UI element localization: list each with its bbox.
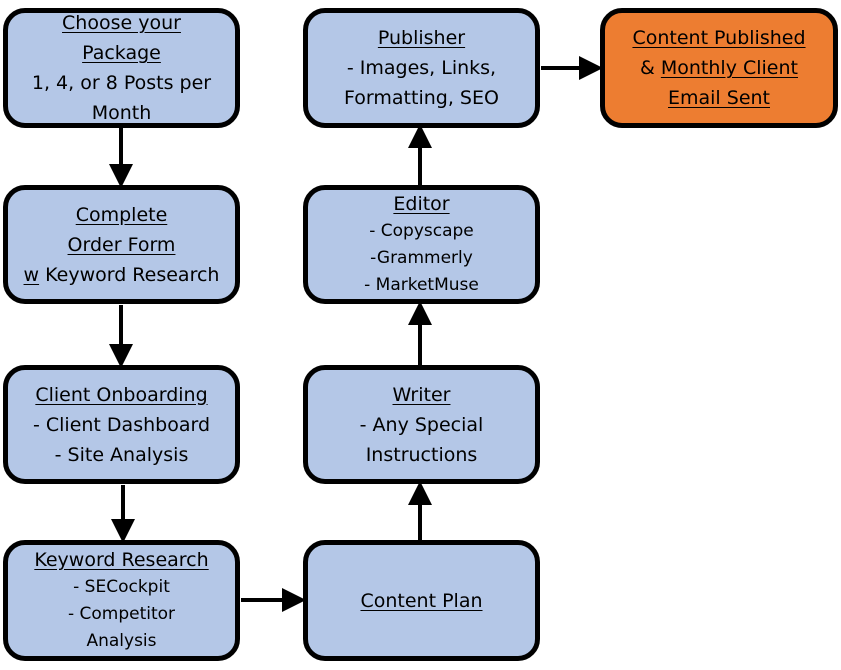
text-segment: Package bbox=[82, 42, 161, 64]
text-segment: Analysis bbox=[86, 631, 157, 651]
step-text-line: - Competitor bbox=[68, 601, 175, 628]
step-content-published: Content Published & Monthly Client Email S… bbox=[600, 8, 838, 128]
step-text-line: 1, 4, or 8 Posts per bbox=[32, 68, 211, 98]
step-text-line: Choose your bbox=[62, 8, 181, 38]
text-segment: - Site Analysis bbox=[54, 443, 189, 466]
step-text-line: Editor bbox=[393, 190, 449, 218]
text-segment: Content Plan bbox=[360, 589, 483, 612]
text-segment: 1, 4, or 8 Posts per bbox=[31, 72, 212, 94]
step-text-line: Order Form bbox=[68, 230, 176, 260]
step-text-line: Month bbox=[92, 98, 152, 128]
step-content-plan: Content Plan bbox=[303, 540, 540, 661]
text-segment: Writer bbox=[392, 383, 451, 406]
step-text-line: Instructions bbox=[366, 440, 478, 470]
step-text-line: & Monthly Client bbox=[640, 53, 798, 83]
text-segment: Client Onboarding bbox=[35, 383, 208, 406]
text-segment: - Any Special bbox=[359, 413, 484, 436]
step-text-line: w Keyword Research bbox=[24, 260, 220, 290]
step-text-line: - Images, Links, bbox=[347, 53, 496, 83]
text-segment: Monthly Client bbox=[660, 57, 798, 79]
step-text-line: Email Sent bbox=[668, 83, 770, 113]
text-segment: Keyword Research bbox=[39, 263, 220, 286]
step-text-line: - SECockpit bbox=[73, 574, 170, 601]
step-text-line: Analysis bbox=[86, 628, 156, 655]
step-text-line: Client Onboarding bbox=[35, 380, 207, 410]
text-segment: Choose your bbox=[62, 12, 181, 34]
text-segment: & bbox=[640, 57, 661, 79]
step-order-form: Complete Order Form w Keyword Research bbox=[3, 185, 240, 304]
text-segment: - MarketMuse bbox=[364, 275, 479, 295]
step-text-line: Package bbox=[82, 38, 161, 68]
text-segment: - Competitor bbox=[67, 604, 176, 624]
step-choose-package: Choose your Package 1, 4, or 8 Posts per Mo… bbox=[3, 8, 240, 128]
step-text-line: - Client Dashboard bbox=[33, 410, 210, 440]
step-text-line: - Copyscape bbox=[369, 218, 474, 245]
text-segment: - Client Dashboard bbox=[32, 413, 211, 436]
text-segment: Email Sent bbox=[668, 87, 770, 109]
text-segment: Editor bbox=[393, 193, 450, 215]
text-segment: Publisher bbox=[377, 27, 466, 49]
step-text-line: Complete bbox=[76, 200, 168, 230]
step-text-line: Publisher bbox=[378, 23, 465, 53]
text-segment: Keyword Research bbox=[34, 549, 209, 571]
text-segment: Instructions bbox=[365, 443, 478, 466]
step-text-line: Writer bbox=[393, 380, 451, 410]
text-segment: - Copyscape bbox=[369, 221, 474, 241]
step-keyword-research: Keyword Research - SECockpit - Competitor A… bbox=[3, 540, 240, 661]
step-text-line: Content Plan bbox=[360, 586, 482, 616]
text-segment: Formatting, SEO bbox=[344, 87, 499, 109]
step-text-line: Keyword Research bbox=[34, 546, 208, 574]
text-segment: w bbox=[23, 263, 40, 286]
text-segment: Month bbox=[91, 102, 152, 124]
step-writer: Writer - Any Special Instructions bbox=[303, 365, 540, 484]
step-text-line: - Any Special bbox=[360, 410, 484, 440]
text-segment: Content Published bbox=[632, 27, 806, 49]
step-text-line: -Grammerly bbox=[370, 245, 473, 272]
text-segment: Order Form bbox=[67, 233, 176, 256]
text-segment: Complete bbox=[75, 203, 168, 226]
step-text-line: - Site Analysis bbox=[55, 440, 189, 470]
text-segment: - SECockpit bbox=[73, 577, 170, 597]
step-text-line: - MarketMuse bbox=[364, 272, 479, 299]
text-segment: - Images, Links, bbox=[346, 57, 497, 79]
step-client-onboarding: Client Onboarding - Client Dashboard - Sit… bbox=[3, 365, 240, 484]
step-editor: Editor - Copyscape -Grammerly - MarketMuse bbox=[303, 185, 540, 304]
step-publisher: Publisher - Images, Links, Formatting, SEO bbox=[303, 8, 540, 128]
step-text-line: Formatting, SEO bbox=[344, 83, 499, 113]
text-segment: -Grammerly bbox=[370, 248, 473, 268]
step-text-line: Content Published bbox=[632, 23, 805, 53]
